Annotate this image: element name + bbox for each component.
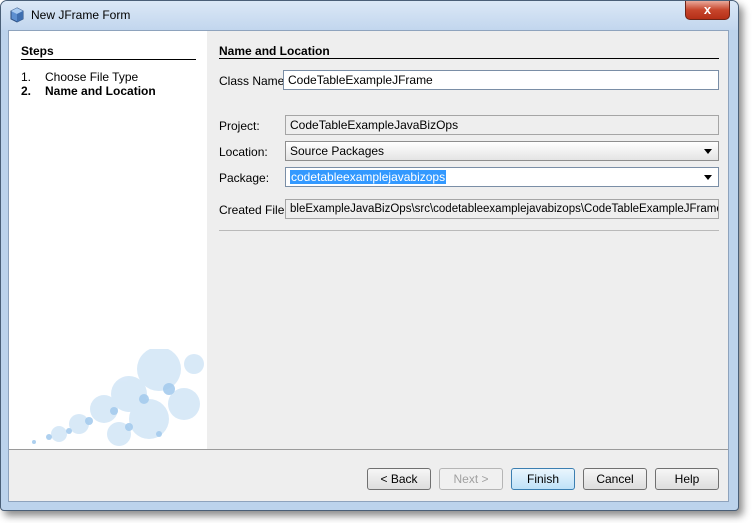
next-button[interactable]: Next > — [439, 468, 503, 490]
step-label: Name and Location — [45, 84, 156, 98]
steps-panel: Steps 1. Choose File Type 2. Name and Loca… — [9, 31, 207, 449]
decorative-bubbles-image — [32, 349, 204, 446]
main-panel: Name and Location Class Name: CodeTableE… — [207, 31, 728, 449]
close-button[interactable]: x — [685, 1, 730, 20]
class-name-value: CodeTableExampleJFrame — [288, 73, 433, 87]
step-item-choose-file-type: 1. Choose File Type — [21, 70, 138, 84]
close-icon: x — [703, 2, 712, 17]
step-label: Choose File Type — [45, 70, 139, 84]
location-label: Location: — [219, 145, 268, 159]
created-file-field: bleExampleJavaBizOps\src\codetableexampl… — [285, 199, 719, 219]
class-name-input[interactable]: CodeTableExampleJFrame — [283, 70, 719, 90]
project-label: Project: — [219, 119, 260, 133]
created-file-label: Created File: — [219, 203, 288, 217]
steps-title: Steps — [21, 44, 54, 58]
package-value: codetableexamplejavabizops — [290, 170, 447, 184]
section-divider — [219, 58, 719, 59]
section-title: Name and Location — [219, 44, 330, 58]
package-combobox[interactable]: codetableexamplejavabizops — [285, 167, 719, 187]
chevron-down-icon[interactable] — [704, 175, 712, 180]
location-dropdown[interactable]: Source Packages — [285, 141, 719, 161]
location-value: Source Packages — [290, 144, 385, 158]
help-button[interactable]: Help — [655, 468, 719, 490]
project-value: CodeTableExampleJavaBizOps — [290, 118, 459, 132]
package-label: Package: — [219, 171, 270, 185]
dialog-window: New JFrame Form x Steps 1. Choose File Ty… — [0, 0, 739, 511]
step-item-name-and-location: 2. Name and Location — [21, 84, 156, 98]
form-divider — [219, 230, 719, 231]
netbeans-cube-icon — [10, 7, 24, 23]
window-title: New JFrame Form — [31, 8, 131, 22]
chevron-down-icon[interactable] — [704, 149, 712, 154]
created-file-value: bleExampleJavaBizOps\src\codetableexampl… — [290, 203, 719, 215]
title-bar[interactable]: New JFrame Form x — [1, 1, 738, 30]
steps-divider — [21, 59, 196, 60]
project-field: CodeTableExampleJavaBizOps — [285, 115, 719, 135]
finish-button[interactable]: Finish — [511, 468, 575, 490]
back-button[interactable]: < Back — [367, 468, 431, 490]
button-bar-divider — [9, 449, 728, 450]
class-name-label: Class Name: — [219, 74, 288, 88]
step-number: 2. — [21, 84, 32, 98]
dialog-content: Steps 1. Choose File Type 2. Name and Loca… — [8, 30, 729, 502]
step-number: 1. — [21, 70, 32, 84]
cancel-button[interactable]: Cancel — [583, 468, 647, 490]
